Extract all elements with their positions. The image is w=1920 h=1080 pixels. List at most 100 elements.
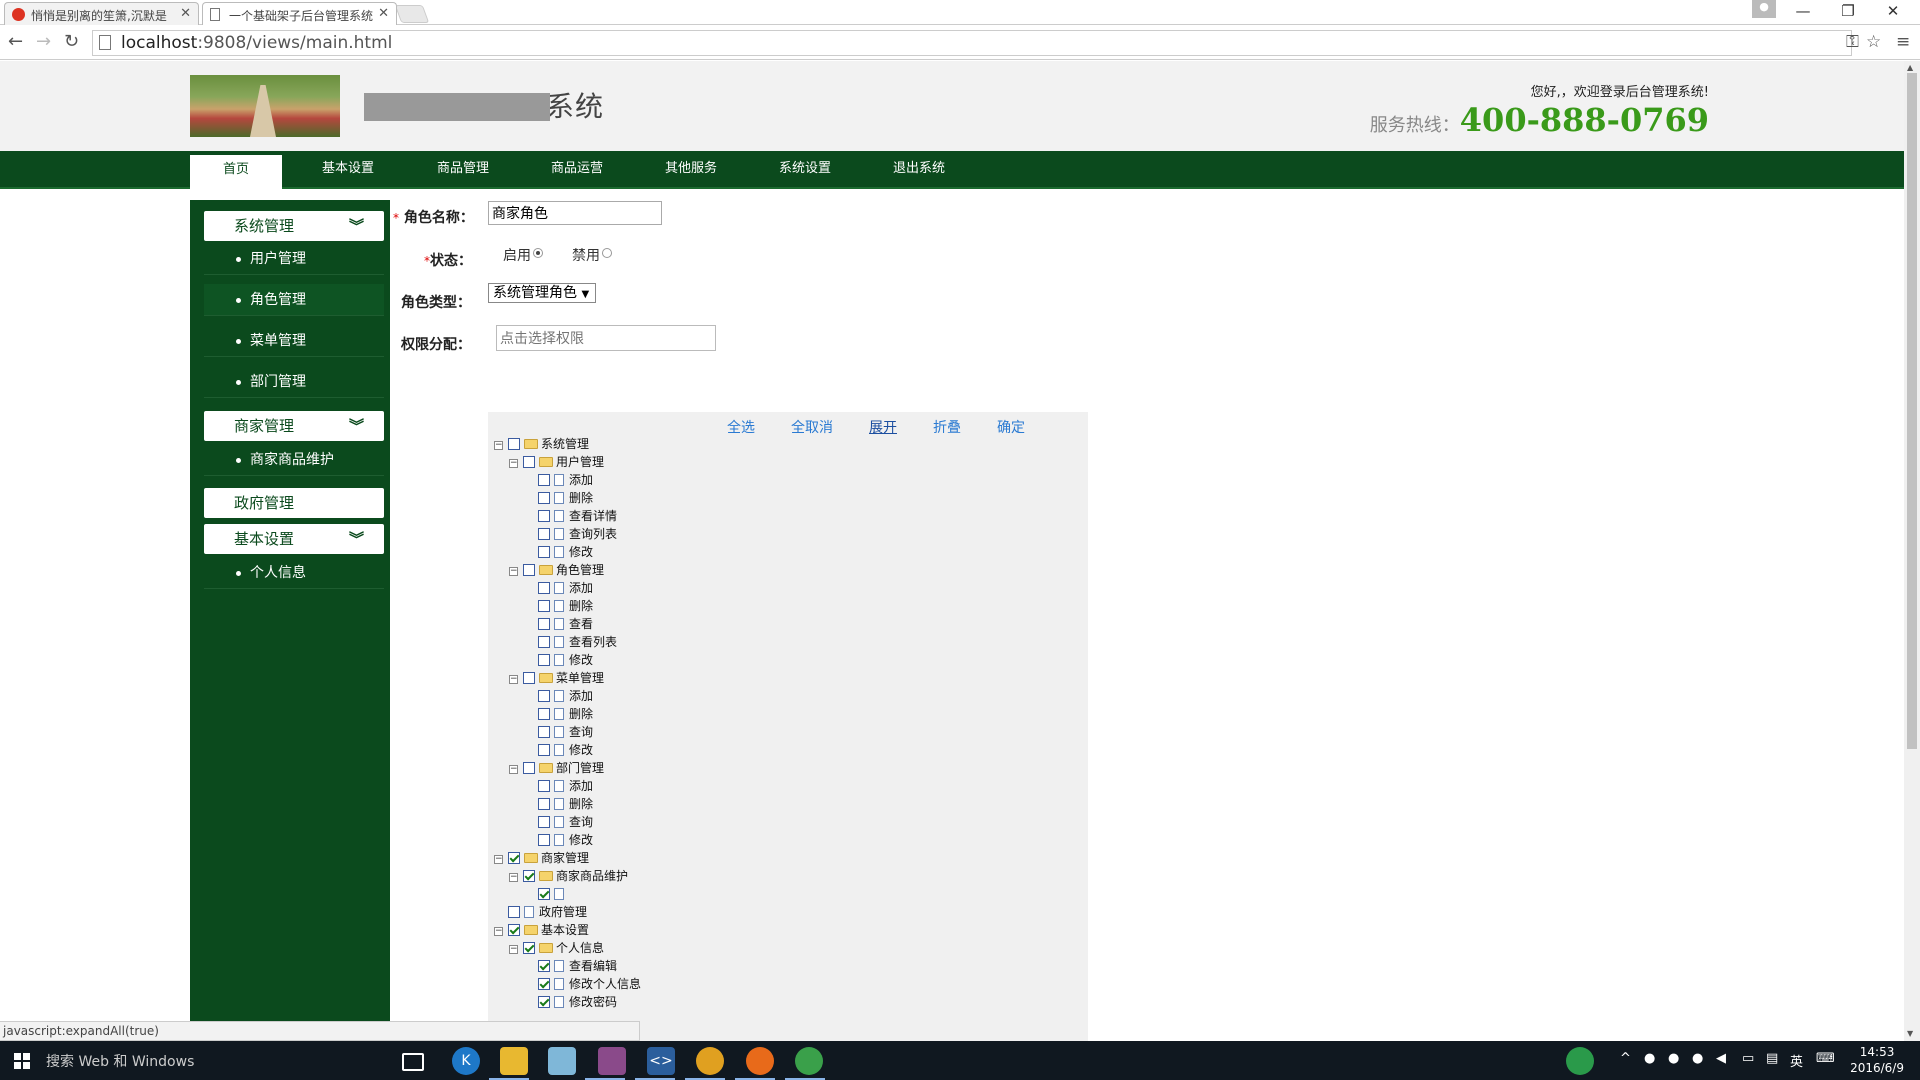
checked-checkbox[interactable] xyxy=(538,888,550,900)
menu-icon[interactable]: ≡ xyxy=(1896,32,1910,52)
tree-collapse-icon[interactable]: − xyxy=(509,459,518,468)
tree-node[interactable]: 查看详情 xyxy=(524,507,617,525)
scrollbar-thumb[interactable] xyxy=(1907,73,1917,749)
deselect-all-link[interactable]: 全取消 xyxy=(791,417,833,437)
url-input[interactable]: localhost:9808/views/main.html xyxy=(92,30,1852,56)
app-icon[interactable] xyxy=(598,1047,626,1075)
tree-node[interactable]: 修改 xyxy=(524,651,593,669)
tree-node[interactable]: − 商家商品维护 xyxy=(509,867,628,885)
checkbox[interactable] xyxy=(538,780,550,792)
scroll-up-icon[interactable]: ▲ xyxy=(1907,63,1913,72)
chrome-icon[interactable] xyxy=(795,1047,823,1075)
keyboard-icon[interactable]: ⌨ xyxy=(1816,1051,1835,1066)
expand-link[interactable]: 展开 xyxy=(869,417,897,437)
tree-collapse-icon[interactable]: − xyxy=(509,945,518,954)
tree-node[interactable]: 修改个人信息 xyxy=(524,975,641,993)
sidebar-item-roles[interactable]: 角色管理 xyxy=(204,284,384,316)
nav-basic-settings[interactable]: 基本设置 xyxy=(302,151,394,189)
volume-icon[interactable]: ◀ xyxy=(1716,1051,1726,1066)
role-type-select[interactable]: 系统管理角色 ▼ xyxy=(488,283,596,303)
tree-node[interactable]: − 基本设置 xyxy=(494,921,589,939)
forward-arrow-icon[interactable]: → xyxy=(36,31,51,52)
checkbox[interactable] xyxy=(538,636,550,648)
tree-collapse-icon[interactable]: − xyxy=(494,855,503,864)
checkbox[interactable] xyxy=(538,474,550,486)
tree-node[interactable]: 查询 xyxy=(524,723,593,741)
tree-node[interactable]: 政府管理 xyxy=(494,903,587,921)
notepad-icon[interactable] xyxy=(548,1047,576,1075)
tree-node[interactable]: 添加 xyxy=(524,579,593,597)
nav-product-ops[interactable]: 商品运营 xyxy=(531,151,623,189)
minimize-icon[interactable]: — xyxy=(1788,2,1818,20)
nav-product-mgmt[interactable]: 商品管理 xyxy=(417,151,509,189)
checkbox[interactable] xyxy=(523,672,535,684)
tree-node[interactable]: 删除 xyxy=(524,489,593,507)
tree-node[interactable]: 添加 xyxy=(524,777,593,795)
checkbox[interactable] xyxy=(538,600,550,612)
tree-node[interactable]: 添加 xyxy=(524,687,593,705)
checked-checkbox[interactable] xyxy=(523,870,535,882)
checkbox[interactable] xyxy=(538,834,550,846)
tree-node[interactable]: 查看 xyxy=(524,615,593,633)
k-app-icon[interactable]: K xyxy=(452,1047,480,1075)
sidebar-item-users[interactable]: 用户管理 xyxy=(204,243,384,275)
sidebar-item-departments[interactable]: 部门管理 xyxy=(204,366,384,398)
tree-node[interactable]: − 部门管理 xyxy=(509,759,604,777)
checkbox[interactable] xyxy=(538,816,550,828)
tree-collapse-icon[interactable]: − xyxy=(509,675,518,684)
tree-collapse-icon[interactable]: − xyxy=(509,873,518,882)
tree-node[interactable]: 删除 xyxy=(524,705,593,723)
task-view-icon[interactable] xyxy=(402,1053,424,1071)
checkbox[interactable] xyxy=(538,546,550,558)
browser-tab-1[interactable]: 一个基础架子后台管理系统 ✕ xyxy=(202,2,397,25)
checkbox[interactable] xyxy=(523,564,535,576)
checkbox[interactable] xyxy=(523,456,535,468)
tray-app-icon[interactable]: ● xyxy=(1644,1051,1655,1066)
tray-app-icon[interactable]: ● xyxy=(1692,1051,1703,1066)
restore-icon[interactable]: ❐ xyxy=(1833,2,1863,20)
tree-node[interactable]: 删除 xyxy=(524,795,593,813)
tree-node[interactable]: 添加 xyxy=(524,471,593,489)
perm-select-input[interactable] xyxy=(496,325,716,351)
tree-node[interactable]: 查询列表 xyxy=(524,525,617,543)
checked-checkbox[interactable] xyxy=(538,960,550,972)
checked-checkbox[interactable] xyxy=(523,942,535,954)
checkbox[interactable] xyxy=(538,510,550,522)
tree-node[interactable]: − 角色管理 xyxy=(509,561,604,579)
confirm-link[interactable]: 确定 xyxy=(997,417,1025,437)
checkbox[interactable] xyxy=(538,618,550,630)
tree-node[interactable] xyxy=(524,885,569,903)
sidebar-item-menus[interactable]: 菜单管理 xyxy=(204,325,384,357)
taskbar-search[interactable]: 搜索 Web 和 Windows xyxy=(46,1051,194,1071)
close-icon[interactable]: ✕ xyxy=(378,6,389,21)
firefox-icon[interactable] xyxy=(746,1047,774,1075)
taskbar-clock[interactable]: 14:53 2016/6/9 xyxy=(1850,1044,1904,1076)
tree-node[interactable]: 修改 xyxy=(524,831,593,849)
tree-node[interactable]: 查询 xyxy=(524,813,593,831)
nav-logout[interactable]: 退出系统 xyxy=(873,151,965,189)
checkbox[interactable] xyxy=(523,762,535,774)
scroll-down-icon[interactable]: ▼ xyxy=(1907,1029,1913,1038)
tree-node[interactable]: − 菜单管理 xyxy=(509,669,604,687)
user-profile-icon[interactable]: ● xyxy=(1752,0,1776,18)
checkbox[interactable] xyxy=(538,492,550,504)
notification-icon[interactable]: ▤ xyxy=(1766,1051,1778,1066)
ime-indicator[interactable]: 英 xyxy=(1790,1051,1803,1070)
checkbox[interactable] xyxy=(508,906,520,918)
sidebar-group-system[interactable]: 系统管理 ︾ xyxy=(204,211,384,241)
tree-node[interactable]: − 个人信息 xyxy=(509,939,604,957)
tree-collapse-icon[interactable]: − xyxy=(494,441,503,450)
tray-chevron-icon[interactable]: ^ xyxy=(1620,1051,1631,1066)
tray-network-icon[interactable]: ▭ xyxy=(1742,1051,1754,1066)
tree-node[interactable]: − 商家管理 xyxy=(494,849,589,867)
page-scrollbar[interactable]: ▲ ▼ xyxy=(1904,61,1920,1041)
windows-start-icon[interactable] xyxy=(14,1053,30,1069)
tree-collapse-icon[interactable]: − xyxy=(509,567,518,576)
sidebar-group-basic-settings[interactable]: 基本设置 ︾ xyxy=(204,524,384,554)
checkbox[interactable] xyxy=(538,654,550,666)
collapse-link[interactable]: 折叠 xyxy=(933,417,961,437)
network-monitor-icon[interactable] xyxy=(1566,1047,1594,1075)
checked-checkbox[interactable] xyxy=(508,852,520,864)
reload-icon[interactable]: ↻ xyxy=(64,31,79,52)
close-icon[interactable]: ✕ xyxy=(180,6,191,21)
